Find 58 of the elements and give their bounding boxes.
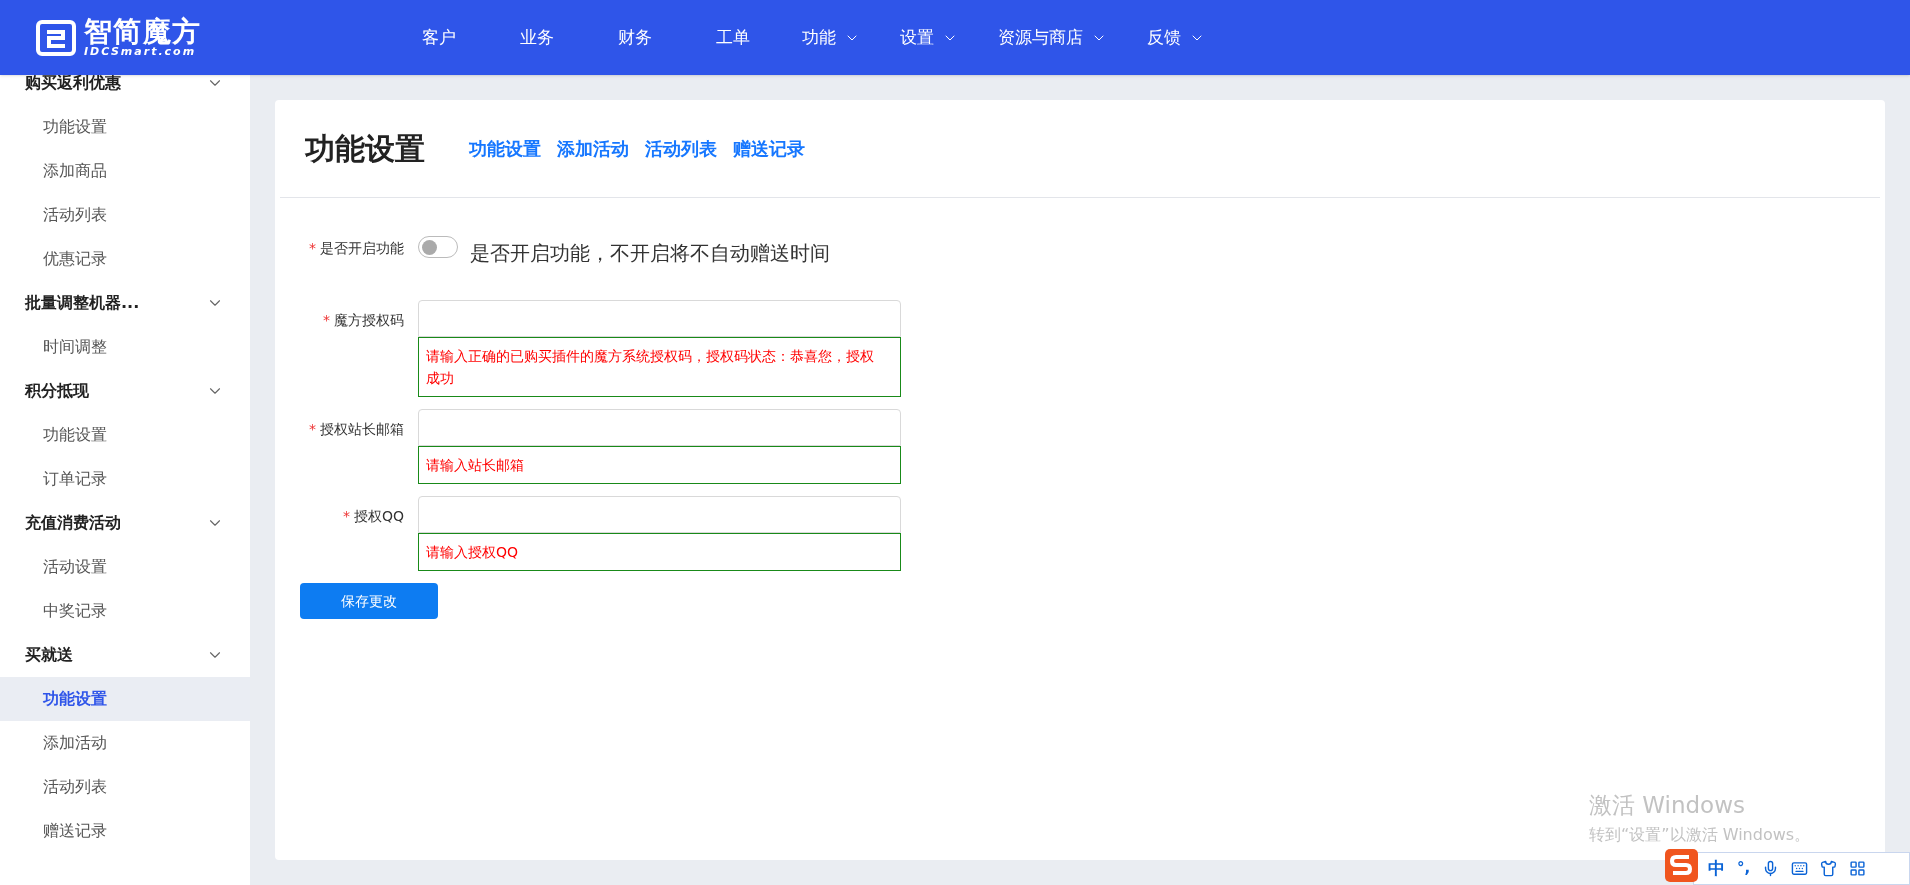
logo-subtext: IDCSmart.com — [84, 46, 198, 57]
field-label: 授权站长邮箱 — [320, 420, 404, 439]
nav-item[interactable]: 功能 — [782, 0, 880, 75]
sidebar-item[interactable]: 赠送记录 — [0, 809, 250, 853]
sidebar-item[interactable]: 活动列表 — [0, 765, 250, 809]
text-input[interactable] — [418, 300, 901, 337]
page-link[interactable]: 赠送记录 — [733, 135, 805, 162]
nav-item[interactable]: 财务 — [586, 0, 684, 75]
sidebar-item[interactable]: 时间调整 — [0, 325, 250, 369]
sidebar-group[interactable]: 批量调整机器... — [0, 281, 250, 325]
toggle-switch[interactable] — [418, 236, 458, 258]
ime-mode[interactable]: 中 — [1708, 855, 1725, 882]
sidebar-item[interactable]: 活动列表 — [0, 193, 250, 237]
sidebar-group[interactable]: 买就送 — [0, 633, 250, 677]
hint-box: 请输入站长邮箱 — [418, 446, 901, 484]
grid-icon[interactable] — [1849, 860, 1867, 877]
field-label: 授权QQ — [353, 507, 404, 526]
nav-item[interactable]: 业务 — [488, 0, 586, 75]
text-input[interactable] — [418, 409, 901, 446]
activation-text: 转到“设置”以激活 Windows。 — [1589, 823, 1811, 846]
sidebar-group[interactable]: 积分抵现 — [0, 369, 250, 413]
required-mark: * — [342, 507, 350, 526]
sidebar-item[interactable]: 添加活动 — [0, 721, 250, 765]
sidebar-item[interactable]: 功能设置 — [0, 677, 250, 721]
switch-description: 是否开启功能，不开启将不自动赠送时间 — [470, 240, 830, 267]
nav-item[interactable]: 设置 — [880, 0, 978, 75]
text-input[interactable] — [418, 496, 901, 533]
hint-box: 请输入授权QQ — [418, 533, 901, 571]
sidebar-item[interactable]: 功能设置 — [0, 105, 250, 149]
nav-item[interactable]: 反馈 — [1127, 0, 1225, 75]
keyboard-icon[interactable] — [1791, 860, 1809, 877]
sidebar-group[interactable]: 充值消费活动 — [0, 501, 250, 545]
hint-box: 请输入正确的已购买插件的魔方系统授权码，授权码状态：恭喜您，授权成功 — [418, 337, 901, 397]
page-link[interactable]: 添加活动 — [557, 135, 629, 162]
sidebar-group[interactable]: 购买返利优惠 — [0, 75, 250, 105]
sidebar-item[interactable]: 添加商品 — [0, 149, 250, 193]
sidebar-item[interactable]: 中奖记录 — [0, 589, 250, 633]
nav-item[interactable]: 资源与商店 — [978, 0, 1127, 75]
page-link[interactable]: 活动列表 — [645, 135, 717, 162]
shirt-icon[interactable] — [1820, 860, 1838, 877]
page-link[interactable]: 功能设置 — [469, 135, 541, 162]
page-title: 功能设置 — [305, 130, 425, 168]
sidebar-item[interactable]: 功能设置 — [0, 413, 250, 457]
required-mark: * — [309, 420, 316, 439]
nav-item[interactable]: 客户 — [390, 0, 488, 75]
activation-title: 激活 Windows — [1589, 791, 1746, 820]
sidebar-item[interactable]: 活动设置 — [0, 545, 250, 589]
logo-text: 智简魔方 — [84, 18, 202, 46]
save-button[interactable]: 保存更改 — [300, 583, 438, 619]
required-mark: * — [309, 239, 316, 258]
sidebar-item[interactable]: 优惠记录 — [0, 237, 250, 281]
logo-icon — [36, 19, 76, 56]
required-mark: * — [323, 311, 330, 330]
nav-item[interactable]: 工单 — [684, 0, 782, 75]
ime-punctuation[interactable]: °, — [1737, 857, 1751, 880]
sidebar-item[interactable]: 订单记录 — [0, 457, 250, 501]
field-label: 是否开启功能 — [320, 239, 404, 258]
field-label: 魔方授权码 — [334, 311, 404, 330]
